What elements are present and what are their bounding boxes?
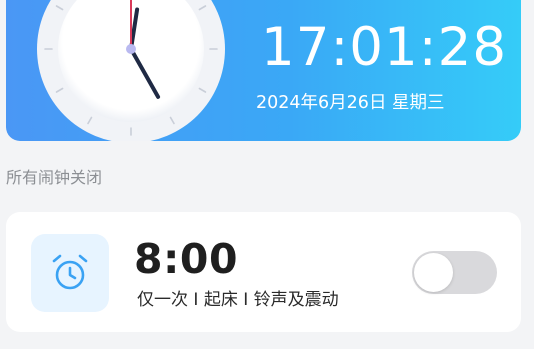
- clock-header-card: 17:01:28 2024年6月26日 星期三: [6, 0, 521, 141]
- alarm-description: 仅一次 I 起床 I 铃声及震动: [137, 290, 339, 310]
- analog-clock-face: [37, 0, 225, 141]
- alarm-page: 17:01:28 2024年6月26日 星期三 所有闹钟关闭 8:00 仅一次 …: [0, 0, 534, 349]
- alarm-time: 8:00: [134, 235, 238, 283]
- alarm-status-text: 所有闹钟关闭: [6, 168, 103, 187]
- toggle-knob: [414, 253, 453, 292]
- alarm-toggle[interactable]: [412, 251, 497, 294]
- digital-time: 17:01:28: [261, 17, 508, 78]
- analog-clock: [36, 0, 226, 141]
- alarm-clock-icon: [52, 254, 88, 290]
- alarm-item[interactable]: 8:00 仅一次 I 起床 I 铃声及震动: [6, 212, 521, 332]
- alarm-icon-container: [31, 234, 109, 312]
- current-date: 2024年6月26日 星期三: [256, 93, 445, 113]
- clock-center-pin: [126, 44, 136, 54]
